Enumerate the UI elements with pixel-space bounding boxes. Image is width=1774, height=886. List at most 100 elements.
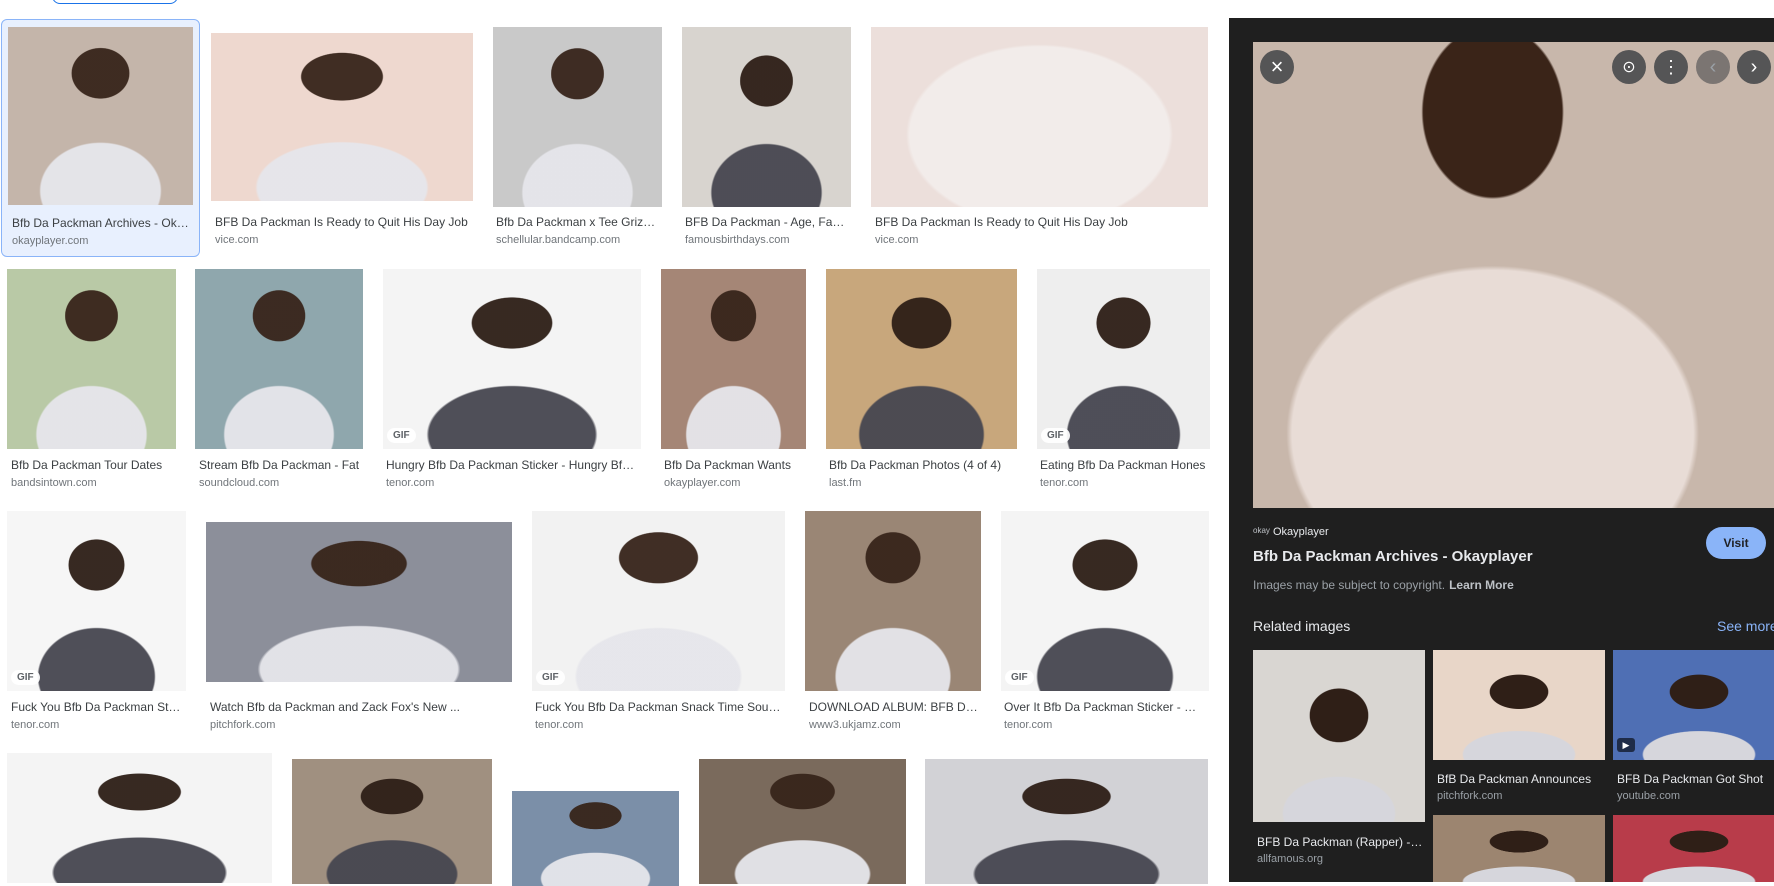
result-card[interactable]: GIF Fuck You Bfb Da Packman Snack Time S… (528, 504, 790, 740)
top-button[interactable] (52, 0, 178, 4)
result-thumbnail (925, 759, 1208, 884)
related-card[interactable]: BfB Da Packman Announces pitchfork.com (1433, 650, 1605, 802)
result-title: Eating Bfb Da Packman Hones (1040, 458, 1206, 472)
source-favicon: okay (1253, 526, 1270, 535)
lens-icon[interactable]: ⊙ (1612, 50, 1646, 84)
result-card[interactable] (509, 746, 681, 886)
result-source: pitchfork.com (210, 719, 276, 731)
play-icon: ▶ (1617, 738, 1635, 752)
visit-button[interactable]: Visit (1706, 527, 1766, 559)
copyright-notice: Images may be subject to copyright. Learn… (1253, 578, 1514, 592)
result-thumbnail: GIF (383, 269, 641, 449)
related-thumbnail: ▶ (1613, 650, 1774, 760)
result-thumbnail (493, 27, 662, 207)
result-source: last.fm (829, 477, 862, 489)
result-title: Bfb Da Packman Archives - Okayplayer (12, 216, 192, 230)
close-icon[interactable]: × (1260, 50, 1294, 84)
result-title: Fuck You Bfb Da Packman Snack Time Sound… (535, 700, 783, 714)
result-title: Bfb Da Packman Photos (4 of 4) (829, 458, 1002, 472)
preview-image[interactable] (1253, 42, 1774, 508)
result-title: Stream Bfb Da Packman - Fat (199, 458, 360, 472)
related-card[interactable] (1613, 815, 1774, 882)
gif-badge: GIF (11, 670, 40, 685)
result-thumbnail (871, 27, 1208, 207)
result-card[interactable]: Bfb Da Packman Archives - Okayplayer oka… (1, 19, 200, 257)
related-title: BFB Da Packman Got Shot (1617, 772, 1764, 786)
result-source: schellular.bandcamp.com (496, 234, 621, 246)
result-source: vice.com (875, 234, 919, 246)
result-card[interactable]: Bfb Da Packman Photos (4 of 4) last.fm (822, 262, 1019, 498)
result-card[interactable]: BFB Da Packman Is Ready to Quit His Day … (205, 19, 475, 255)
result-thumbnail (195, 269, 363, 449)
result-card[interactable] (920, 746, 1213, 886)
result-source: famousbirthdays.com (685, 234, 790, 246)
result-title: DOWNLOAD ALBUM: BFB Da Packman (809, 700, 979, 714)
result-thumbnail (292, 759, 492, 884)
result-thumbnail (699, 759, 906, 884)
result-card[interactable] (287, 746, 497, 886)
result-title: Over It Bfb Da Packman Sticker - Over It (1004, 700, 1204, 714)
related-thumbnail (1433, 815, 1605, 882)
result-card[interactable]: BFB Da Packman Is Ready to Quit His Day … (865, 19, 1213, 255)
related-images-heading: Related images (1253, 618, 1351, 634)
result-card[interactable]: GIF Fuck You Bfb Da Packman Sticker teno… (1, 504, 191, 740)
result-card[interactable] (694, 746, 909, 886)
copyright-text: Images may be subject to copyright. (1253, 578, 1446, 592)
result-thumbnail: GIF (1001, 511, 1209, 691)
related-source: allfamous.org (1257, 853, 1324, 865)
preview-source[interactable]: Okayplayer (1273, 526, 1329, 538)
next-icon[interactable]: › (1737, 50, 1771, 84)
result-card[interactable]: Bfb Da Packman Tour Dates bandsintown.co… (1, 262, 181, 498)
previous-icon[interactable]: ‹ (1696, 50, 1730, 84)
gif-badge: GIF (536, 670, 565, 685)
image-preview-panel: × ⊙ ⋮ ‹ › okay Okayplayer Bfb Da Packman… (1229, 18, 1774, 882)
result-card[interactable]: Watch Bfb da Packman and Zack Fox's New … (201, 504, 518, 740)
related-thumbnail (1613, 815, 1774, 882)
result-title: BFB Da Packman - Age, Family (685, 215, 850, 229)
result-source: www3.ukjamz.com (809, 719, 901, 731)
result-thumbnail (682, 27, 851, 207)
result-card[interactable] (1, 746, 277, 886)
related-source: pitchfork.com (1437, 790, 1503, 802)
result-card[interactable]: Stream Bfb Da Packman - Fat soundcloud.c… (191, 262, 371, 498)
result-source: tenor.com (11, 719, 60, 731)
result-thumbnail (826, 269, 1017, 449)
result-thumbnail (211, 33, 473, 201)
result-source: tenor.com (535, 719, 584, 731)
result-title: BFB Da Packman Is Ready to Quit His Day … (875, 215, 1128, 229)
result-title: BFB Da Packman Is Ready to Quit His Day … (215, 215, 468, 229)
result-thumbnail (8, 27, 193, 205)
result-source: okayplayer.com (12, 235, 89, 247)
result-card[interactable]: DOWNLOAD ALBUM: BFB Da Packman www3.ukja… (801, 504, 986, 740)
related-card[interactable]: BFB Da Packman (Rapper) - Age allfamous.… (1253, 650, 1425, 882)
result-card[interactable]: GIF Eating Bfb Da Packman Hones tenor.co… (1033, 262, 1213, 498)
result-card[interactable]: Bfb Da Packman Wants okayplayer.com (657, 262, 809, 498)
related-card[interactable]: ▶ BFB Da Packman Got Shot youtube.com (1613, 650, 1774, 802)
result-title: Fuck You Bfb Da Packman Sticker (11, 700, 183, 714)
more-options-icon[interactable]: ⋮ (1654, 50, 1688, 84)
result-source: tenor.com (386, 477, 435, 489)
related-card[interactable] (1433, 815, 1605, 882)
result-card[interactable]: BFB Da Packman - Age, Family famousbirth… (678, 19, 853, 255)
result-thumbnail (805, 511, 981, 691)
gif-badge: GIF (387, 428, 416, 443)
related-thumbnail (1253, 650, 1425, 822)
result-card[interactable]: Bfb Da Packman x Tee Grizzley schellular… (489, 19, 664, 255)
result-source: okayplayer.com (664, 477, 741, 489)
result-source: soundcloud.com (199, 477, 280, 489)
related-title: BFB Da Packman (Rapper) - Age (1257, 835, 1423, 849)
result-thumbnail: GIF (532, 511, 785, 691)
result-source: tenor.com (1040, 477, 1089, 489)
preview-title[interactable]: Bfb Da Packman Archives - Okayplayer (1253, 548, 1533, 565)
gif-badge: GIF (1041, 428, 1070, 443)
result-card[interactable]: GIF Hungry Bfb Da Packman Sticker - Hung… (380, 262, 642, 498)
result-title: Bfb Da Packman Tour Dates (11, 458, 163, 472)
learn-more-link[interactable]: Learn More (1449, 578, 1514, 592)
result-title: Hungry Bfb Da Packman Sticker - Hungry B… (386, 458, 636, 472)
result-thumbnail: GIF (1037, 269, 1210, 449)
result-card[interactable]: GIF Over It Bfb Da Packman Sticker - Ove… (997, 504, 1213, 740)
related-title: BfB Da Packman Announces (1437, 772, 1592, 786)
result-source: bandsintown.com (11, 477, 97, 489)
result-title: Watch Bfb da Packman and Zack Fox's New … (210, 700, 460, 714)
see-more-link[interactable]: See more (1717, 618, 1774, 634)
